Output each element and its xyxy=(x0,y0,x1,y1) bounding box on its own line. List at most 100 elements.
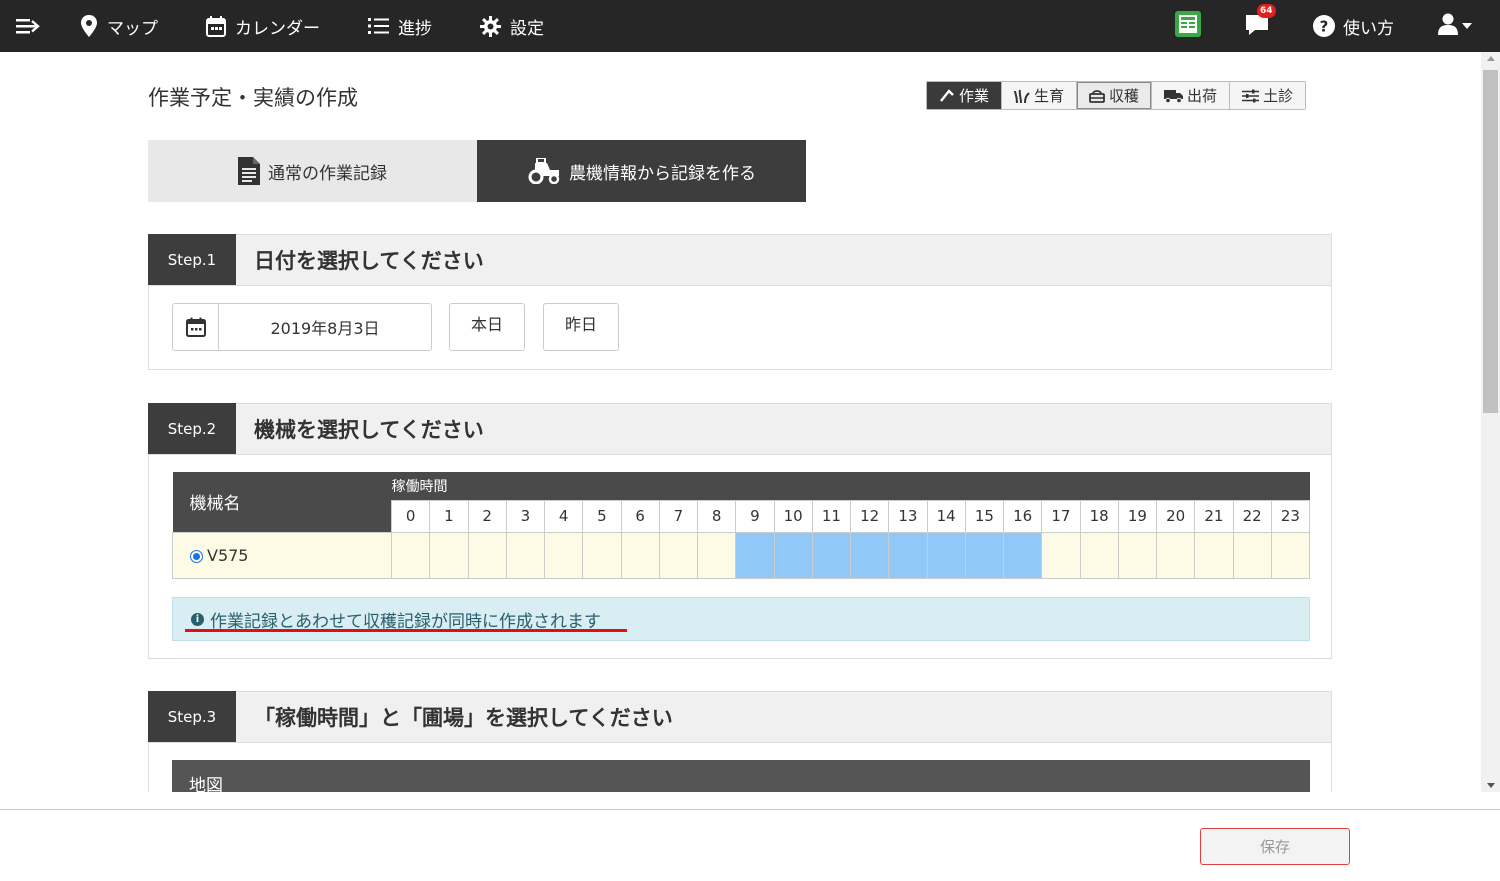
operating-time-header: 稼働時間 xyxy=(391,472,1310,500)
record-mode-tabs: 通常の作業記録 農機情報から記録を作る xyxy=(148,140,806,202)
nav-progress-label: 進捗 xyxy=(398,18,432,39)
date-picker[interactable]: 2019年8月3日 xyxy=(172,303,432,351)
tab-soil-label: 土診 xyxy=(1263,87,1294,105)
nav-settings[interactable]: 設定 xyxy=(480,0,544,52)
tab-work-label: 作業 xyxy=(959,87,990,105)
scroll-up-icon[interactable] xyxy=(1487,56,1495,61)
tab-normal-record-label: 通常の作業記録 xyxy=(268,163,387,184)
hour-header-cell: 12 xyxy=(849,499,890,533)
list-icon xyxy=(368,17,389,35)
basket-icon xyxy=(1089,88,1105,103)
hour-header-cell: 2 xyxy=(467,499,507,533)
tractor-icon xyxy=(527,158,561,184)
nav-calendar-label: カレンダー xyxy=(235,18,320,39)
scroll-down-icon[interactable] xyxy=(1487,783,1495,788)
hour-header-cell: 7 xyxy=(658,499,699,533)
step1-label: Step.1 xyxy=(148,234,236,285)
hour-cell-active[interactable] xyxy=(773,531,813,579)
machine-name-header: 機械名 xyxy=(172,472,392,532)
menu-toggle-icon[interactable] xyxy=(0,0,56,52)
hour-cell[interactable] xyxy=(1079,531,1119,579)
tab-normal-record[interactable]: 通常の作業記録 xyxy=(148,140,477,202)
hour-cell[interactable] xyxy=(1117,531,1158,579)
step1-header: Step.1 日付を選択してください xyxy=(148,234,1331,286)
calendar-icon xyxy=(206,15,226,37)
notifications-button[interactable]: 64 xyxy=(1245,3,1276,41)
step3-label: Step.3 xyxy=(148,691,236,742)
hour-cell-active[interactable] xyxy=(888,531,928,579)
hour-header-cell: 15 xyxy=(964,499,1005,533)
hour-cell[interactable] xyxy=(1041,531,1081,579)
today-button[interactable]: 本日 xyxy=(449,303,525,351)
hour-header-cell: 16 xyxy=(1002,499,1043,533)
hour-header-cell: 6 xyxy=(620,499,660,533)
hour-cell-active[interactable] xyxy=(926,531,966,579)
hour-cell[interactable] xyxy=(390,531,431,579)
sprout-icon xyxy=(1014,88,1030,104)
nav-calendar[interactable]: カレンダー xyxy=(206,0,320,52)
hour-header-cell: 13 xyxy=(888,499,928,533)
hour-cell[interactable] xyxy=(467,531,507,579)
scrollbar-thumb[interactable] xyxy=(1483,70,1498,413)
hour-cell[interactable] xyxy=(620,531,660,579)
hour-header-cell: 3 xyxy=(505,499,546,533)
step2-header: Step.2 機械を選択してください xyxy=(148,403,1331,455)
hour-header-cell: 21 xyxy=(1194,499,1234,533)
hour-cell-active[interactable] xyxy=(849,531,890,579)
step2-label: Step.2 xyxy=(148,403,236,454)
hour-header-cell: 1 xyxy=(429,499,469,533)
hour-cell-active[interactable] xyxy=(735,531,775,579)
machine-table: 機械名 稼働時間 0 1 2 3 4 5 6 7 8 9 10 11 12 13 14 15 16 17 18 19 2… xyxy=(172,472,1311,579)
farm-app-button[interactable] xyxy=(1175,10,1201,42)
nav-map[interactable]: マップ xyxy=(80,0,158,52)
hour-cell[interactable] xyxy=(1194,531,1234,579)
hour-cell[interactable] xyxy=(429,531,469,579)
record-type-tabs: 作業 生育 収穫 出荷 土診 xyxy=(926,81,1307,110)
hour-cell-active[interactable] xyxy=(811,531,852,579)
step2-panel: Step.2 機械を選択してください 機械名 稼働時間 0 1 2 3 4 5 6 7 8 9 10… xyxy=(148,403,1332,659)
hour-cell[interactable] xyxy=(1270,531,1311,579)
help-button[interactable]: ? 使い方 xyxy=(1313,14,1394,39)
machine-cell[interactable]: V575 xyxy=(172,531,392,579)
calendar-icon[interactable] xyxy=(173,304,219,350)
radio-selected-icon[interactable] xyxy=(190,549,203,563)
main-content: 作業予定・実績の作成 作業 生育 収穫 出荷 土診 通常の作業記録 農機情報から… xyxy=(0,52,1481,792)
tab-soil[interactable]: 土診 xyxy=(1230,82,1306,109)
hour-cell-active[interactable] xyxy=(1002,531,1043,579)
vertical-scrollbar[interactable] xyxy=(1481,52,1500,792)
tab-shipping[interactable]: 出荷 xyxy=(1152,82,1231,109)
hour-header-cell: 8 xyxy=(696,499,737,533)
hour-header-cell: 23 xyxy=(1270,499,1311,533)
tab-machine-record[interactable]: 農機情報から記録を作る xyxy=(477,140,806,202)
hour-cell[interactable] xyxy=(582,531,622,579)
hour-header-cell: 18 xyxy=(1079,499,1119,533)
question-circle-icon: ? xyxy=(1313,15,1335,37)
hour-cell[interactable] xyxy=(1155,531,1196,579)
map-pin-icon xyxy=(80,15,98,37)
tab-machine-record-label: 農機情報から記録を作る xyxy=(569,163,756,184)
red-underline-annotation xyxy=(185,629,627,632)
tab-harvest[interactable]: 収穫 xyxy=(1077,82,1153,109)
nav-right-group: 64 ? 使い方 xyxy=(1175,0,1500,52)
hour-cell[interactable] xyxy=(505,531,546,579)
hour-cell[interactable] xyxy=(1232,531,1272,579)
sliders-icon xyxy=(1242,89,1260,103)
yesterday-button[interactable]: 昨日 xyxy=(543,303,619,351)
date-value[interactable]: 2019年8月3日 xyxy=(219,304,431,350)
user-menu-button[interactable] xyxy=(1438,13,1472,40)
hour-cell[interactable] xyxy=(543,531,584,579)
hour-cell[interactable] xyxy=(658,531,699,579)
tab-growth-label: 生育 xyxy=(1034,87,1065,105)
hour-cell[interactable] xyxy=(696,531,737,579)
top-navbar: マップ カレンダー 進捗 設定 64 ? 使い方 xyxy=(0,0,1500,52)
nav-map-label: マップ xyxy=(107,18,158,39)
tab-growth[interactable]: 生育 xyxy=(1002,82,1078,109)
footer-bar: 保存 xyxy=(0,809,1500,881)
info-alert: i 作業記録とあわせて収穫記録が同時に作成されます xyxy=(172,597,1310,641)
tab-work[interactable]: 作業 xyxy=(927,82,1003,109)
hour-cell-active[interactable] xyxy=(964,531,1005,579)
nav-progress[interactable]: 進捗 xyxy=(368,0,432,52)
save-button[interactable]: 保存 xyxy=(1200,828,1350,865)
hour-header-cell: 10 xyxy=(773,499,813,533)
table-row[interactable]: V575 xyxy=(172,531,1311,579)
